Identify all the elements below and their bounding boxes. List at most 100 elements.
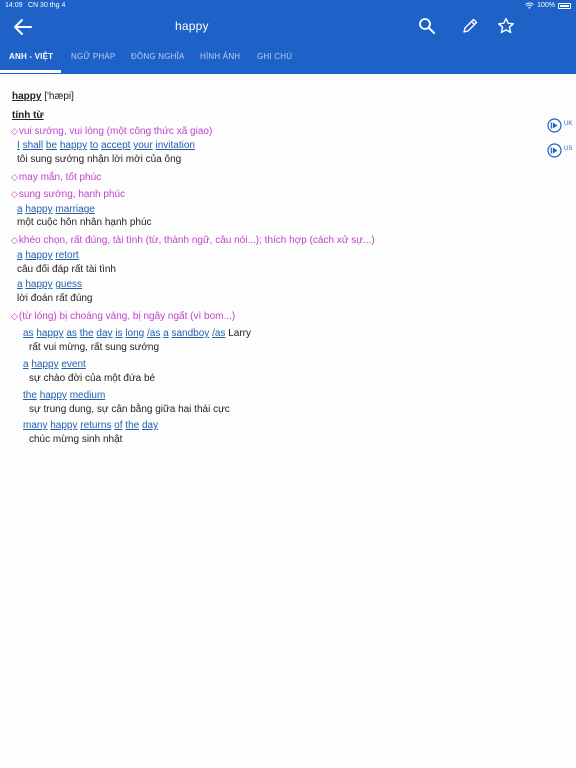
audio-us-button[interactable]: US (547, 143, 575, 159)
example-word[interactable]: I (17, 140, 20, 151)
headword-line: happy ['hæpi] (12, 91, 74, 102)
idiom-word[interactable]: happy (36, 328, 63, 339)
tab-anh-viet[interactable]: ANH - VIỆT (9, 52, 53, 61)
idiom-word[interactable]: the (125, 420, 139, 431)
idiom-word[interactable]: a (23, 359, 29, 370)
example-word[interactable]: guess (55, 279, 82, 290)
idiom-word[interactable]: day (96, 328, 112, 339)
idiom-phrase: as happy as the day is long /as a sandbo… (23, 328, 251, 339)
example-phrase: a happy retort (17, 250, 79, 261)
headword: happy (12, 91, 42, 102)
example-word[interactable]: to (90, 140, 98, 151)
example-word[interactable]: be (46, 140, 57, 151)
idiom-word[interactable]: long (125, 328, 144, 339)
example-word[interactable]: a (17, 279, 23, 290)
idiom-word[interactable]: happy (31, 359, 58, 370)
idiom-word[interactable]: of (114, 420, 122, 431)
idiom-word[interactable]: a (163, 328, 169, 339)
example-word[interactable]: marriage (55, 204, 94, 215)
example-translation: câu đối đáp rất tài tình (17, 264, 116, 275)
tab-ngu-phap[interactable]: NGỮ PHÁP (71, 52, 115, 61)
sense-text: may mắn, tốt phúc (18, 172, 102, 183)
idiom-word[interactable]: happy (50, 420, 77, 431)
example-word[interactable]: happy (60, 140, 87, 151)
wifi-icon (525, 2, 534, 9)
tab-hinh-anh[interactable]: HÌNH ẢNH (200, 52, 240, 61)
example-word[interactable]: accept (101, 140, 130, 151)
idiom-translation: sự chào đời của một đứa bé (29, 373, 156, 384)
example-word[interactable]: a (17, 250, 23, 261)
active-tab-indicator (0, 70, 61, 73)
idiom-word[interactable]: is (115, 328, 122, 339)
example-word[interactable]: your (133, 140, 152, 151)
tab-ghi-chu[interactable]: GHI CHÚ (257, 52, 292, 61)
example-word[interactable]: happy (25, 279, 52, 290)
example-word[interactable]: retort (55, 250, 78, 261)
example-word[interactable]: shall (23, 140, 44, 151)
sense-meaning: ◇vui sướng, vui lòng (một công thức xã g… (11, 126, 212, 137)
idiom-phrase: many happy returns of the day (23, 420, 158, 431)
sense-text: (từ lóng) bị choáng váng, bị ngây ngất (… (18, 311, 236, 322)
idiom-word[interactable]: event (61, 359, 85, 370)
entry-content: happy ['hæpi] tính từ UK US ◇vui sướng, … (0, 74, 576, 768)
pronunciation: ['hæpi] (44, 91, 74, 102)
audio-us-label: US (564, 146, 573, 152)
sense-text: sung sướng, hạnh phúc (18, 189, 126, 200)
idiom-word[interactable]: sandboy (171, 328, 209, 339)
part-of-speech: tính từ (12, 110, 44, 121)
idiom-word[interactable]: the (23, 390, 37, 401)
diamond-icon: ◇ (11, 126, 18, 136)
play-audio-icon (547, 143, 562, 158)
sense-meaning: ◇khéo chọn, rất đúng, tài tình (từ, thàn… (11, 235, 375, 246)
idiom-translation: rất vui mừng, rất sung sướng (29, 342, 159, 353)
idiom-word[interactable]: returns (80, 420, 111, 431)
back-arrow-icon[interactable] (13, 18, 33, 36)
page-title: happy (175, 19, 209, 33)
status-time: 14:09 (5, 2, 23, 9)
diamond-icon: ◇ (11, 189, 18, 199)
idiom-word[interactable]: /as (212, 328, 225, 339)
status-right: 100% (525, 2, 571, 9)
idiom-translation: sự trung dung, sự cân bằng giữa hai thái… (29, 404, 230, 415)
diamond-icon: ◇ (11, 311, 18, 321)
tab-bar: ANH - VIỆT NGỮ PHÁP ĐỒNG NGHĨA HÌNH ẢNH … (0, 46, 576, 74)
sense-text: vui sướng, vui lòng (một công thức xã gi… (18, 126, 213, 137)
star-icon[interactable] (497, 17, 515, 35)
audio-uk-label: UK (564, 121, 573, 127)
play-audio-icon (547, 118, 562, 133)
idiom-word[interactable]: day (142, 420, 158, 431)
example-translation: tôi sung sướng nhận lời mời của ông (17, 154, 182, 165)
pencil-icon[interactable] (461, 17, 479, 35)
idiom-word[interactable]: as (23, 328, 34, 339)
sense-text: khéo chọn, rất đúng, tài tình (từ, thành… (18, 235, 375, 246)
battery-percent: 100% (537, 2, 555, 9)
idiom-phrase: the happy medium (23, 390, 105, 401)
idiom-word[interactable]: medium (70, 390, 106, 401)
idiom-word[interactable]: as (66, 328, 77, 339)
idiom-word[interactable]: happy (40, 390, 67, 401)
nav-bar: happy (0, 12, 576, 42)
top-bar: 14:09 CN 30 thg 4 100% happy ANH - VIỆT … (0, 0, 576, 74)
example-word[interactable]: a (17, 204, 23, 215)
example-word[interactable]: invitation (155, 140, 194, 151)
sense-meaning: ◇may mắn, tốt phúc (11, 172, 101, 183)
example-phrase: I shall be happy to accept your invitati… (17, 140, 195, 151)
idiom-word[interactable]: the (80, 328, 94, 339)
example-translation: một cuộc hôn nhân hạnh phúc (17, 217, 152, 228)
tab-dong-nghia[interactable]: ĐỒNG NGHĨA (131, 52, 185, 61)
battery-icon (558, 2, 571, 9)
audio-uk-button[interactable]: UK (547, 118, 575, 134)
example-word[interactable]: happy (25, 204, 52, 215)
status-bar: 14:09 CN 30 thg 4 100% (0, 0, 576, 12)
example-translation: lời đoán rất đúng (17, 293, 93, 304)
example-phrase: a happy marriage (17, 204, 95, 215)
search-icon[interactable] (418, 17, 436, 35)
diamond-icon: ◇ (11, 235, 18, 245)
example-phrase: a happy guess (17, 279, 82, 290)
idiom-translation: chúc mừng sinh nhật (29, 434, 123, 445)
idiom-word[interactable]: many (23, 420, 47, 431)
status-date: CN 30 thg 4 (28, 2, 66, 9)
example-word[interactable]: happy (25, 250, 52, 261)
sense-meaning: ◇(từ lóng) bị choáng váng, bị ngây ngất … (11, 311, 235, 322)
idiom-word[interactable]: /as (147, 328, 160, 339)
